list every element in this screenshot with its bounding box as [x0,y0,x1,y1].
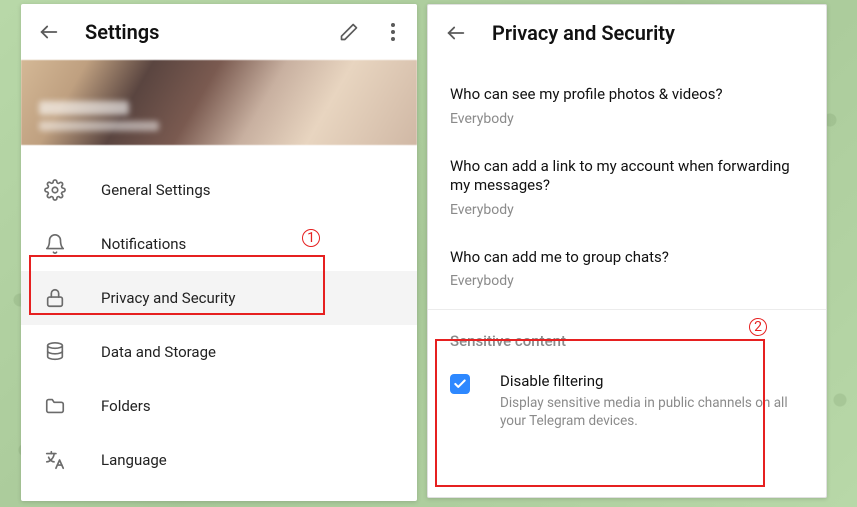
privacy-question: Who can add me to group chats? [450,248,804,268]
privacy-row-groups[interactable]: Who can add me to group chats? Everybody [428,234,826,306]
back-arrow-icon[interactable] [37,20,61,44]
sidebar-item-folders[interactable]: Folders [21,379,417,433]
gear-icon [43,178,67,202]
disable-filtering-label: Disable filtering [500,372,804,390]
lock-icon [43,286,67,310]
privacy-value: Everybody [450,273,804,289]
disable-filtering-desc: Display sensitive media in public channe… [500,394,804,430]
privacy-question: Who can add a link to my account when fo… [450,157,804,196]
settings-title: Settings [85,20,313,44]
sidebar-item-language[interactable]: Language [21,433,417,487]
sidebar-item-notifications[interactable]: Notifications [21,217,417,271]
annotation-number-2: 2 [749,318,767,336]
sidebar-item-label: Data and Storage [101,343,216,361]
settings-header: Settings [21,4,417,60]
privacy-header: Privacy and Security [428,5,826,61]
sidebar-item-label: Notifications [101,235,186,253]
bell-icon [43,232,67,256]
edit-pencil-icon[interactable] [337,20,361,44]
sidebar-item-label: Privacy and Security [101,289,236,307]
annotation-number-1: 1 [302,229,320,247]
profile-banner[interactable] [21,60,417,145]
disable-filtering-row[interactable]: Disable filtering Display sensitive medi… [428,372,826,450]
folder-icon [43,394,67,418]
disable-filtering-checkbox[interactable] [450,374,470,394]
sidebar-item-label: General Settings [101,181,211,199]
privacy-panel: Privacy and Security Who can see my prof… [427,4,827,498]
privacy-row-photos[interactable]: Who can see my profile photos & videos? … [428,71,826,143]
settings-panel: Settings General Settings Notifications [21,4,417,501]
divider [428,309,826,310]
more-vertical-icon[interactable] [385,20,401,44]
settings-menu: General Settings Notifications Privacy a… [21,145,417,487]
privacy-value: Everybody [450,202,804,218]
check-icon [453,377,467,391]
privacy-question: Who can see my profile photos & videos? [450,85,804,105]
privacy-title: Privacy and Security [492,21,810,45]
privacy-row-forward-link[interactable]: Who can add a link to my account when fo… [428,143,826,234]
sidebar-item-privacy[interactable]: Privacy and Security [21,271,417,325]
sidebar-item-data[interactable]: Data and Storage [21,325,417,379]
sidebar-item-general[interactable]: General Settings [21,163,417,217]
sensitive-content-section-title: Sensitive content [428,332,826,350]
back-arrow-icon[interactable] [444,21,468,45]
database-icon [43,340,67,364]
sidebar-item-label: Language [101,451,167,469]
sidebar-item-label: Folders [101,397,151,415]
profile-name-blurred [39,101,159,131]
privacy-value: Everybody [450,111,804,127]
language-icon [43,448,67,472]
